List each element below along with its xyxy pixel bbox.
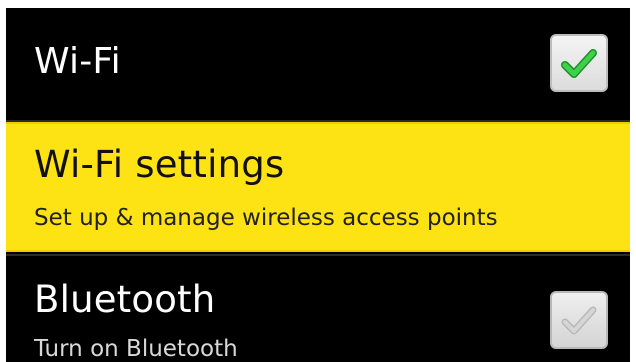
wifi-checkbox[interactable] bbox=[550, 34, 608, 92]
bluetooth-summary: Turn on Bluetooth bbox=[34, 336, 238, 362]
screenshot-frame: Wi-Fi Wi-Fi settings Set up & manage wir… bbox=[0, 0, 636, 362]
check-icon bbox=[561, 49, 597, 78]
bluetooth-checkbox[interactable] bbox=[550, 291, 608, 349]
bluetooth-toggle-row[interactable]: Bluetooth Turn on Bluetooth bbox=[6, 256, 630, 362]
check-icon bbox=[561, 306, 597, 335]
wifi-settings-title: Wi-Fi settings bbox=[34, 143, 285, 186]
wifi-settings-row[interactable]: Wi-Fi settings Set up & manage wireless … bbox=[6, 122, 630, 252]
wifi-toggle-row[interactable]: Wi-Fi bbox=[6, 8, 630, 120]
wifi-title: Wi-Fi bbox=[34, 41, 121, 82]
bluetooth-title: Bluetooth bbox=[34, 278, 216, 321]
wifi-settings-summary: Set up & manage wireless access points bbox=[34, 205, 498, 231]
settings-screen: Wi-Fi Wi-Fi settings Set up & manage wir… bbox=[6, 8, 630, 362]
